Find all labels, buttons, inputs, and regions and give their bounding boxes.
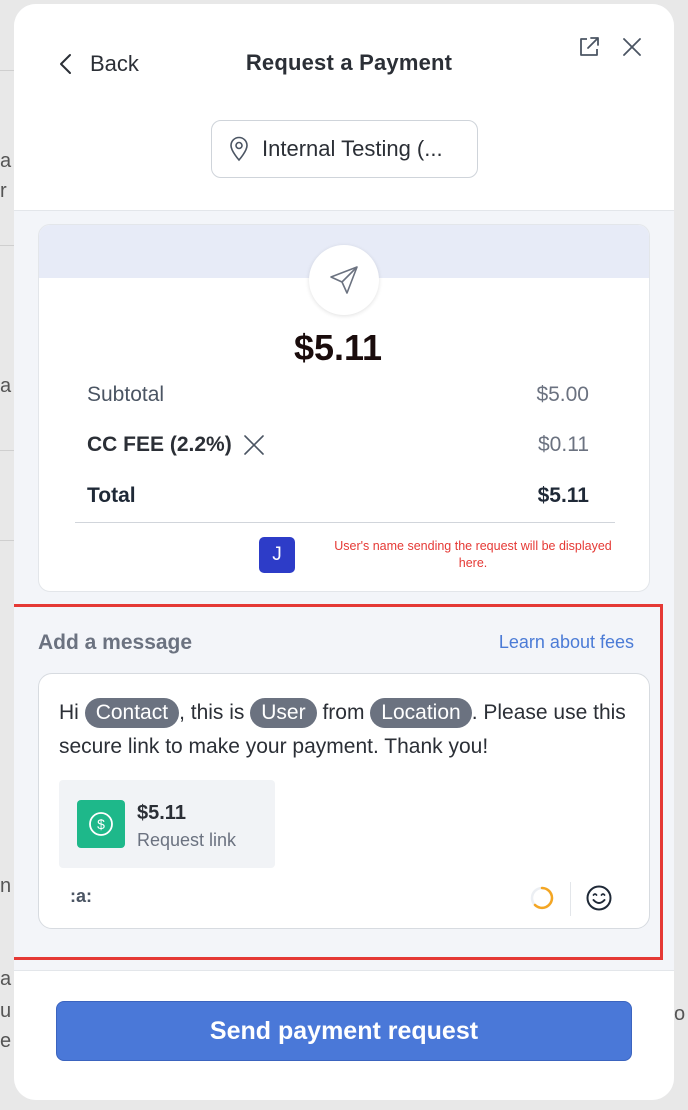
background-text-fragment: r <box>0 180 7 202</box>
location-selector[interactable]: Internal Testing (... <box>211 120 478 178</box>
emoji-icon[interactable] <box>585 884 613 912</box>
background-divider <box>0 450 14 451</box>
learn-about-fees-link[interactable]: Learn about fees <box>499 632 634 653</box>
background-divider <box>0 540 14 541</box>
fee-label-group: CC FEE (2.2%) <box>87 433 266 457</box>
background-text-fragment: a <box>0 968 12 990</box>
user-name-note: User's name sending the request will be … <box>334 539 612 570</box>
background-divider <box>0 245 14 246</box>
dollar-icon: $ <box>77 800 125 848</box>
fee-row: CC FEE (2.2%) $0.11 <box>87 433 589 457</box>
background-text-fragment: n <box>0 875 12 897</box>
external-link-icon <box>580 37 599 56</box>
message-text-segment: from <box>322 701 365 724</box>
contact-tag[interactable]: Contact <box>84 698 180 728</box>
close-button[interactable] <box>619 34 645 60</box>
background-text-fragment: a <box>0 375 12 397</box>
send-icon <box>330 266 358 294</box>
remove-fee-icon[interactable] <box>242 433 266 457</box>
loading-spinner-icon <box>530 886 554 910</box>
subtotal-label: Subtotal <box>87 383 165 406</box>
modal-title: Request a Payment <box>245 50 453 75</box>
location-label: Internal Testing (... <box>262 136 443 161</box>
message-heading: Add a message <box>38 631 193 654</box>
background-text-fragment: u <box>0 1000 12 1022</box>
svg-text:$: $ <box>97 816 105 832</box>
total-value: $5.11 <box>537 484 589 507</box>
send-payment-request-button[interactable]: Send payment request <box>56 1001 632 1061</box>
request-link-label: Request link <box>137 830 237 850</box>
request-link-amount: $5.11 <box>137 802 186 824</box>
fee-value: $0.11 <box>538 433 589 456</box>
payment-summary-card: $5.11 Subtotal $5.00 CC FEE (2.2%) $0.11… <box>38 224 650 592</box>
background-text-fragment: a <box>0 150 12 172</box>
close-icon <box>623 38 641 56</box>
total-label: Total <box>87 484 136 507</box>
background-divider <box>0 70 14 71</box>
open-external-button[interactable] <box>576 34 602 60</box>
location-tag[interactable]: Location <box>370 698 472 728</box>
avatar: J <box>259 537 295 573</box>
snippet-trigger[interactable]: :a: <box>70 886 92 907</box>
modal-footer: Send payment request <box>14 970 674 1100</box>
message-text[interactable]: Hi Contact, this is User from Location. … <box>59 696 634 764</box>
total-row: Total $5.11 <box>87 484 589 508</box>
send-badge <box>309 245 379 315</box>
toolbar-separator <box>570 882 571 916</box>
request-link-chip[interactable]: $ $5.11 Request link <box>59 780 275 868</box>
background-text-fragment: e <box>0 1030 12 1052</box>
summary-divider <box>75 522 615 523</box>
fee-label: CC FEE (2.2%) <box>87 433 232 456</box>
user-tag[interactable]: User <box>250 698 317 728</box>
background-text-fragment: o <box>674 1003 686 1025</box>
dollar-circle-icon: $ <box>89 812 113 836</box>
subtotal-value: $5.00 <box>536 383 589 406</box>
message-text-segment: Hi <box>59 701 79 724</box>
message-text-segment: , this is <box>179 701 245 724</box>
map-pin-icon <box>230 136 248 162</box>
total-amount: $5.11 <box>293 327 383 368</box>
modal-header: Back Request a Payment Internal Testing … <box>14 4 674 211</box>
subtotal-row: Subtotal $5.00 <box>87 383 589 407</box>
message-editor[interactable]: Hi Contact, this is User from Location. … <box>38 673 650 929</box>
request-payment-modal: Back Request a Payment Internal Testing … <box>14 4 674 1100</box>
